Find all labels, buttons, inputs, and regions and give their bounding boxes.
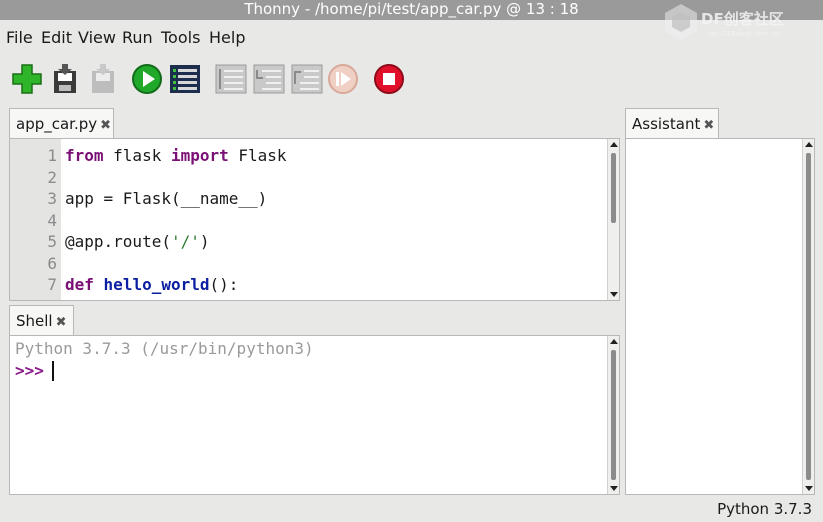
close-tab-icon[interactable]: ✖	[703, 118, 714, 133]
editor-scrollbar[interactable]	[607, 139, 619, 300]
shell-console[interactable]: Python 3.7.3 (/usr/bin/python3) >>>	[9, 335, 620, 495]
tab-assistant[interactable]: Assistant ✖	[625, 108, 719, 139]
save-icon	[54, 64, 76, 93]
toolbar	[0, 58, 823, 98]
tab-shell[interactable]: Shell ✖	[9, 305, 74, 336]
scroll-up-icon[interactable]	[610, 339, 618, 344]
menu-file[interactable]: File	[6, 28, 33, 47]
new-file-button[interactable]	[10, 62, 44, 96]
shell-scrollbar[interactable]	[607, 336, 619, 494]
line-number: 1	[47, 146, 57, 165]
line-number: 6	[47, 254, 57, 273]
shell-banner: Python 3.7.3 (/usr/bin/python3)	[15, 339, 314, 358]
save-disabled-icon	[92, 64, 114, 93]
text-cursor	[52, 361, 54, 381]
scroll-up-icon[interactable]	[805, 142, 813, 147]
step-into-button[interactable]	[252, 62, 286, 96]
shell-scroll-thumb[interactable]	[611, 350, 616, 480]
line-number: 2	[47, 168, 57, 187]
code-text: app = Flask(__name__)	[65, 189, 268, 208]
code-line: @app.route('/')	[65, 232, 210, 251]
code-text: Flask	[228, 146, 287, 165]
scroll-down-icon[interactable]	[610, 292, 618, 297]
window-title: Thonny - /home/pi/test/app_car.py @ 13 :…	[244, 0, 579, 18]
menu-bar: File Edit View Run Tools Help	[0, 26, 823, 52]
code-string: '/'	[170, 232, 200, 251]
run-icon	[132, 64, 162, 94]
new-file-icon	[12, 64, 42, 94]
step-over-icon	[215, 64, 247, 94]
scroll-up-icon[interactable]	[610, 142, 618, 147]
interpreter-status[interactable]: Python 3.7.3	[717, 500, 812, 518]
step-out-icon	[291, 64, 323, 94]
assistant-scrollbar[interactable]	[802, 139, 814, 494]
tab-shell-label: Shell	[16, 312, 53, 330]
stop-button[interactable]	[372, 62, 406, 96]
run-button[interactable]	[130, 62, 164, 96]
assistant-panel	[625, 138, 815, 495]
stop-icon	[374, 64, 404, 94]
debug-button[interactable]	[168, 62, 202, 96]
step-over-button[interactable]	[214, 62, 248, 96]
code-line: from flask import Flask	[65, 146, 287, 165]
step-out-button[interactable]	[290, 62, 324, 96]
line-number: 3	[47, 189, 57, 208]
editor-scroll-thumb[interactable]	[611, 153, 616, 223]
save-button[interactable]	[48, 62, 82, 96]
menu-view[interactable]: View	[78, 28, 116, 47]
close-tab-icon[interactable]: ✖	[56, 315, 67, 330]
menu-help[interactable]: Help	[209, 28, 245, 47]
resume-icon	[328, 64, 358, 94]
code-line: def hello_world():	[65, 275, 238, 294]
code-line: app = Flask(__name__)	[65, 189, 267, 208]
resume-button[interactable]	[326, 62, 360, 96]
code-text: flask	[103, 146, 171, 165]
line-number: 5	[47, 232, 57, 251]
code-editor[interactable]: 1 2 3 4 5 6 7 from flask import Flask ap…	[9, 138, 620, 301]
code-text: ():	[209, 275, 239, 294]
line-number: 7	[47, 275, 57, 294]
shell-prompt: >>>	[15, 361, 44, 380]
menu-edit[interactable]: Edit	[41, 28, 72, 47]
assistant-scroll-thumb[interactable]	[806, 153, 811, 480]
tab-assistant-label: Assistant	[632, 115, 701, 133]
code-function-name: hello_world	[103, 275, 210, 294]
close-tab-icon[interactable]: ✖	[100, 118, 111, 133]
save-as-button[interactable]	[86, 62, 120, 96]
code-keyword: from	[65, 146, 104, 165]
line-number: 4	[47, 211, 57, 230]
code-keyword: def	[65, 275, 94, 294]
code-text: )	[199, 232, 210, 251]
step-into-icon	[253, 64, 285, 94]
tab-editor-label: app_car.py	[16, 115, 98, 133]
menu-tools[interactable]: Tools	[161, 28, 200, 47]
line-number-gutter: 1 2 3 4 5 6 7	[10, 139, 61, 300]
tab-editor-file[interactable]: app_car.py ✖	[9, 108, 114, 139]
scroll-down-icon[interactable]	[805, 486, 813, 491]
scroll-down-icon[interactable]	[610, 486, 618, 491]
code-keyword: import	[170, 146, 229, 165]
menu-run[interactable]: Run	[122, 28, 153, 47]
debug-icon	[170, 65, 200, 93]
code-text: @app.route(	[65, 232, 171, 251]
